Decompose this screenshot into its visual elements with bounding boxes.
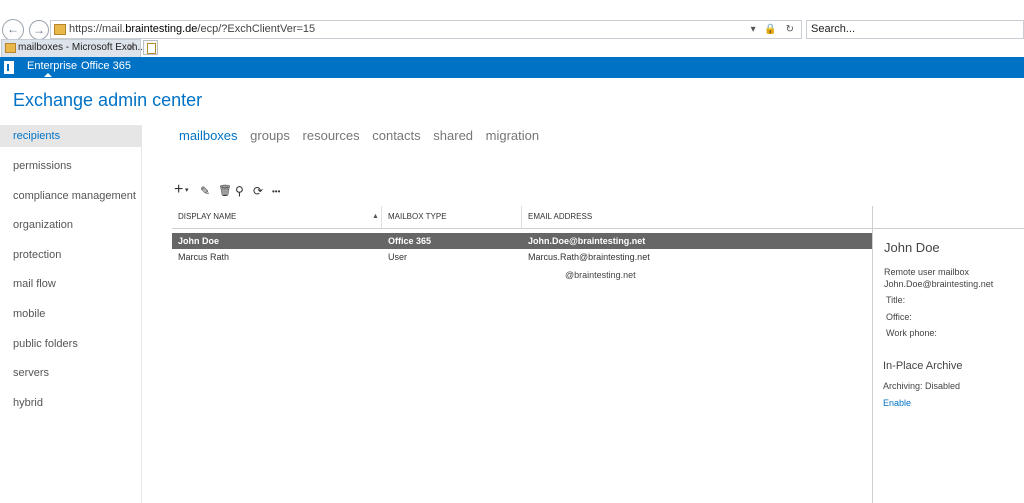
refresh-icon[interactable]: ⟳ bbox=[253, 184, 263, 198]
table-row[interactable]: John Doe Office 365 John.Doe@braintestin… bbox=[172, 233, 872, 249]
details-title-label: Title: bbox=[886, 295, 906, 305]
back-button[interactable]: ← bbox=[2, 19, 24, 41]
nav-item-mail-flow[interactable]: mail flow bbox=[0, 273, 142, 295]
sort-ascending-icon[interactable]: ▲ bbox=[372, 206, 379, 228]
tab-groups[interactable]: groups bbox=[250, 128, 290, 143]
nav-item-hybrid[interactable]: hybrid bbox=[0, 392, 142, 414]
close-tab-icon[interactable]: ✕ bbox=[127, 40, 136, 56]
details-name: John Doe bbox=[884, 240, 940, 255]
nav-item-servers[interactable]: servers bbox=[0, 362, 142, 384]
mailbox-grid: DISPLAY NAME ▲ MAILBOX TYPE EMAIL ADDRES… bbox=[172, 206, 872, 503]
nav-item-recipients[interactable]: recipients bbox=[0, 125, 142, 147]
office-logo-icon[interactable] bbox=[4, 61, 14, 74]
email-domain-text: @braintesting.net bbox=[565, 270, 636, 280]
column-header-mailbox-type[interactable]: MAILBOX TYPE bbox=[388, 206, 447, 228]
url-text: https://mail.braintesting.de/ecp/?ExchCl… bbox=[69, 23, 316, 35]
delete-icon[interactable]: 🗑 bbox=[218, 184, 232, 197]
recipient-subtabs: mailboxes groups resources contacts shar… bbox=[179, 128, 548, 143]
nav-item-compliance-management[interactable]: compliance management bbox=[0, 185, 142, 207]
office365-link[interactable]: Office 365 bbox=[81, 60, 131, 72]
tab-favicon-icon bbox=[5, 43, 16, 53]
details-mailbox-kind: Remote user mailbox bbox=[884, 267, 970, 277]
display-name-cell: Marcus Rath bbox=[178, 252, 230, 262]
archive-heading: In-Place Archive bbox=[883, 360, 963, 372]
suite-bar: Enterprise Office 365 bbox=[0, 57, 1024, 78]
tab-contacts[interactable]: contacts bbox=[372, 128, 420, 143]
column-divider bbox=[521, 206, 522, 228]
mailbox-type-cell: User bbox=[388, 252, 408, 262]
nav-item-organization[interactable]: organization bbox=[0, 214, 142, 236]
nav-item-mobile[interactable]: mobile bbox=[0, 303, 142, 325]
table-row[interactable]: Marcus Rath User Marcus.Rath@braintestin… bbox=[172, 249, 872, 265]
browser-tab[interactable]: mailboxes - Microsoft Exch... ✕ bbox=[1, 39, 146, 57]
new-tab-button[interactable] bbox=[143, 40, 158, 55]
display-name-cell: John Doe bbox=[178, 236, 220, 246]
email-cell: Marcus.Rath@braintesting.net bbox=[528, 252, 650, 262]
site-favicon-icon bbox=[54, 24, 66, 35]
header-divider bbox=[172, 228, 872, 229]
tab-shared[interactable]: shared bbox=[433, 128, 473, 143]
tab-migration[interactable]: migration bbox=[486, 128, 539, 143]
details-pane: John Doe Remote user mailbox John.Doe@br… bbox=[873, 206, 1024, 503]
nav-item-public-folders[interactable]: public folders bbox=[0, 333, 142, 355]
enterprise-link[interactable]: Enterprise bbox=[27, 60, 77, 72]
details-office-label: Office: bbox=[886, 312, 912, 322]
details-phone-label: Work phone: bbox=[886, 328, 937, 338]
details-email: John.Doe@braintesting.net bbox=[884, 279, 994, 289]
page-title: Exchange admin center bbox=[13, 90, 203, 110]
edit-icon[interactable]: ✎ bbox=[200, 184, 210, 198]
nav-item-protection[interactable]: protection bbox=[0, 244, 142, 266]
left-nav: recipients permissions compliance manage… bbox=[0, 125, 142, 503]
grid-toolbar: + ▾ ✎ 🗑 ⚲ ⟳ ••• bbox=[174, 181, 294, 200]
tab-mailboxes[interactable]: mailboxes bbox=[179, 128, 238, 143]
add-icon[interactable]: + bbox=[174, 181, 183, 199]
mailbox-type-cell: Office 365 bbox=[388, 236, 432, 246]
forward-button[interactable]: → bbox=[29, 20, 49, 40]
browser-tabbar: mailboxes - Microsoft Exch... ✕ bbox=[0, 39, 1024, 57]
tab-resources[interactable]: resources bbox=[303, 128, 360, 143]
active-indicator-icon bbox=[44, 73, 52, 77]
enable-archive-link[interactable]: Enable bbox=[883, 398, 911, 408]
search-icon[interactable]: ⚲ bbox=[235, 184, 244, 198]
more-icon[interactable]: ••• bbox=[272, 187, 280, 196]
column-header-display-name[interactable]: DISPLAY NAME bbox=[178, 206, 236, 228]
details-header-divider bbox=[873, 228, 1024, 229]
browser-search-input[interactable]: Search... bbox=[806, 20, 1024, 39]
browser-address-bar: ← → https://mail.braintesting.de/ecp/?Ex… bbox=[0, 0, 1024, 41]
email-cell: John.Doe@braintesting.net bbox=[528, 236, 646, 246]
column-header-email-address[interactable]: EMAIL ADDRESS bbox=[528, 206, 592, 228]
add-dropdown-icon[interactable]: ▾ bbox=[185, 186, 189, 194]
url-field[interactable]: https://mail.braintesting.de/ecp/?ExchCl… bbox=[50, 20, 802, 39]
nav-item-permissions[interactable]: permissions bbox=[0, 155, 142, 177]
url-tools-icons[interactable]: ▾ 🔒 ↻ bbox=[751, 21, 797, 38]
column-divider bbox=[381, 206, 382, 228]
archiving-status: Archiving: Disabled bbox=[883, 381, 961, 391]
